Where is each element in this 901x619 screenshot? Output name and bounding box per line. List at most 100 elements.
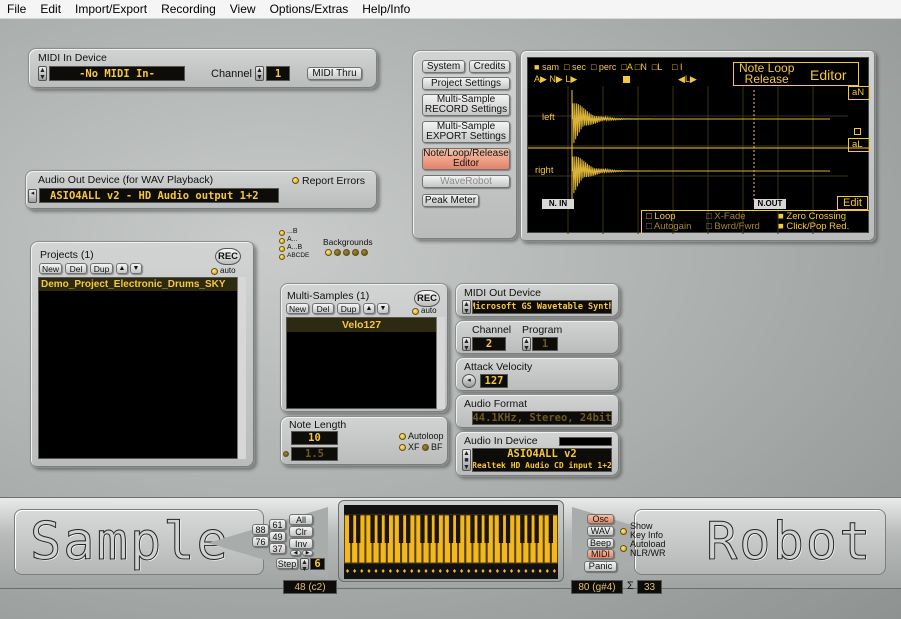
naming-opt2-led[interactable] <box>279 238 285 244</box>
audio-in-arrows[interactable]: ▲ ■ ▼ <box>462 449 471 471</box>
attack-velocity-knob[interactable]: ◂ <box>462 374 476 388</box>
multi-new-button[interactable]: New <box>286 303 309 314</box>
midi-thru-button[interactable]: MIDI Thru <box>307 67 362 80</box>
sec-flag[interactable]: sec <box>572 62 586 72</box>
i-flag[interactable]: I <box>680 62 683 72</box>
l-flag[interactable]: L <box>657 62 662 72</box>
menu-options-extras[interactable]: Options/Extras <box>263 2 356 16</box>
audio-in-device-display[interactable]: ASIO4ALL v2 Realtek HD Audio CD input 1+… <box>472 448 612 472</box>
midi-out-device-display[interactable]: Microsoft GS Wavetable Synth <box>472 300 612 314</box>
midi-out-arrows[interactable]: ▲ ▼ <box>462 300 471 315</box>
naming-opt4-led[interactable] <box>279 254 285 260</box>
note-length-led[interactable] <box>283 451 289 457</box>
multi-down-button[interactable]: ▼ <box>377 303 389 314</box>
key-select-marker[interactable]: ♦ <box>467 568 471 575</box>
beep-button[interactable]: Beep <box>587 538 614 548</box>
multi-samples-scrollbar[interactable] <box>436 317 445 409</box>
sam-flag[interactable]: sam <box>542 62 559 72</box>
audio-out-arrows[interactable]: ◂ <box>28 189 37 203</box>
keys-all-button[interactable]: All <box>289 514 313 525</box>
key-select-marker[interactable]: ♦ <box>510 568 514 575</box>
bf-led[interactable] <box>422 444 429 451</box>
step-button[interactable]: Step <box>276 558 298 569</box>
multi-auto-led[interactable] <box>412 308 419 315</box>
low-note-display[interactable]: 48 (c2) <box>283 580 337 594</box>
autoloop-led[interactable] <box>399 433 406 440</box>
program-arrows[interactable]: ▲ ▼ <box>522 337 531 352</box>
menu-view[interactable]: View <box>223 2 263 16</box>
key-select-marker[interactable]: ♦ <box>488 568 492 575</box>
keys-61-button[interactable]: 61 <box>269 519 286 530</box>
keys-88-button[interactable]: 88 <box>252 524 269 535</box>
key-select-marker[interactable]: ♦ <box>524 568 528 575</box>
multi-sample-record-settings-button[interactable]: Multi-Sample RECORD Settings <box>422 94 510 116</box>
menu-import-export[interactable]: Import/Export <box>68 2 154 16</box>
midi-in-arrows[interactable]: ▲ ▼ <box>38 66 47 81</box>
black-key[interactable] <box>477 515 482 543</box>
key-select-marker[interactable]: ♦ <box>460 568 464 575</box>
multi-sample-list-item[interactable]: Velo127 <box>287 318 436 332</box>
project-settings-button[interactable]: Project Settings <box>422 77 510 90</box>
key-select-marker[interactable]: ♦ <box>360 568 364 575</box>
black-key[interactable] <box>398 515 404 543</box>
xf-led[interactable] <box>399 444 406 451</box>
midi-in-device-display[interactable]: -No MIDI In- <box>49 66 185 81</box>
editor-loop-nav[interactable]: ◀L▶ <box>678 74 697 85</box>
black-key[interactable] <box>434 515 439 543</box>
project-new-button[interactable]: New <box>39 263 62 274</box>
background-2-led[interactable] <box>334 249 341 256</box>
bwrd-fwrd-option[interactable]: □ Bwrd/Fwrd <box>706 221 760 232</box>
key-select-marker[interactable]: ♦ <box>389 568 393 575</box>
black-key[interactable] <box>349 515 354 543</box>
projects-list[interactable]: Demo_Project_Electronic_Drums_SKY <box>38 277 245 459</box>
key-select-marker[interactable]: ♦ <box>396 568 400 575</box>
note-keyboard[interactable]: ♦ ♦ ♦ ♦ ♦ ♦ ♦ ♦ ♦ ♦ ♦ ♦ ♦ ♦ ♦ ♦ ♦ ♦ ♦ ♦ ♦ ♦ ♦ ♦ ♦ ♦ ♦ ♦ ♦ ♦ <box>344 505 558 579</box>
midi-in-channel-arrows[interactable]: ▲ ▼ <box>255 66 264 81</box>
attack-velocity-value[interactable]: 127 <box>480 374 508 388</box>
note-out-tag[interactable]: N.OUT <box>754 199 786 209</box>
project-auto-led[interactable] <box>211 268 218 275</box>
key-select-marker[interactable]: ♦ <box>353 568 357 575</box>
al-box[interactable]: aL <box>848 138 870 152</box>
note-length-value[interactable]: 10 <box>291 431 338 445</box>
panic-button[interactable]: Panic <box>584 561 617 572</box>
black-key[interactable] <box>484 515 489 543</box>
background-1-led[interactable] <box>325 249 332 256</box>
black-key[interactable] <box>520 515 525 543</box>
project-del-button[interactable]: Del <box>65 263 87 274</box>
project-down-button[interactable]: ▼ <box>130 263 142 274</box>
key-select-marker[interactable]: ♦ <box>417 568 421 575</box>
show-key-info-led[interactable] <box>620 528 627 535</box>
menu-edit[interactable]: Edit <box>33 2 68 16</box>
background-4-led[interactable] <box>352 249 359 256</box>
key-select-marker[interactable]: ♦ <box>553 568 557 575</box>
multi-up-button[interactable]: ▲ <box>363 303 375 314</box>
keys-inv-button[interactable]: Inv <box>289 538 313 549</box>
autoload-label[interactable]: Autoload NLR/WR <box>630 540 666 558</box>
audio-out-device-display[interactable]: ASIO4ALL v2 - HD Audio output 1+2 <box>39 188 279 203</box>
multi-dup-button[interactable]: Dup <box>337 303 360 314</box>
note-loop-release-editor-button[interactable]: Note/Loop/Release Editor <box>422 148 510 170</box>
waverobot-button[interactable]: WaveRobot <box>422 175 510 188</box>
key-select-marker[interactable]: ♦ <box>474 568 478 575</box>
step-value[interactable]: 6 <box>310 558 325 570</box>
midi-button[interactable]: MIDI <box>587 549 614 559</box>
report-errors-led[interactable] <box>292 177 299 184</box>
n-flag[interactable]: N <box>640 62 647 72</box>
black-key[interactable] <box>548 515 553 543</box>
menu-recording[interactable]: Recording <box>154 2 223 16</box>
black-key[interactable] <box>498 515 504 543</box>
black-key[interactable] <box>370 515 375 543</box>
key-select-marker[interactable]: ♦ <box>367 568 371 575</box>
note-in-tag[interactable]: N. IN <box>542 199 574 209</box>
key-select-marker[interactable]: ♦ <box>424 568 428 575</box>
projects-scrollbar[interactable] <box>237 277 246 459</box>
autoload-led[interactable] <box>620 545 627 552</box>
key-select-marker[interactable]: ♦ <box>381 568 385 575</box>
midi-in-channel-value[interactable]: 1 <box>266 66 290 81</box>
project-rec-button[interactable]: REC <box>215 248 241 265</box>
key-select-marker[interactable]: ♦ <box>517 568 521 575</box>
key-select-marker[interactable]: ♦ <box>496 568 500 575</box>
perc-flag[interactable]: perc <box>599 62 617 72</box>
peak-meter-button[interactable]: Peak Meter <box>422 194 479 207</box>
